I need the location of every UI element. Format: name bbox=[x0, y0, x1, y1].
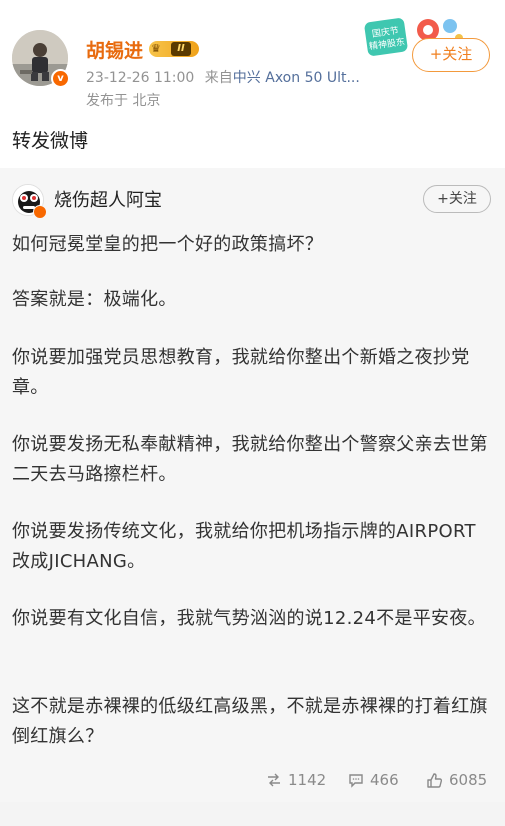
follow-button[interactable]: +关注 bbox=[412, 38, 490, 72]
quoted-paragraph-1: 如何冠冕堂皇的把一个好的政策搞坏？ bbox=[12, 234, 324, 255]
bottom-divider bbox=[0, 802, 505, 826]
vip-badge-icon[interactable]: ♛ II bbox=[149, 41, 200, 57]
vip-level: II bbox=[171, 42, 192, 56]
quoted-verified-badge-icon bbox=[33, 205, 47, 219]
post-text: 转发微博 bbox=[12, 130, 89, 152]
device-source[interactable]: 中兴 Axon 50 Ult... bbox=[233, 70, 360, 86]
like-count: 6085 bbox=[449, 771, 488, 789]
author-name-row: 胡锡进 ♛ II bbox=[86, 36, 200, 63]
post-location: 发布于 北京 bbox=[86, 93, 161, 109]
quoted-paragraph-6: 你说要有文化自信，我就气势汹汹的说12.24不是平安夜。 bbox=[12, 608, 486, 629]
comment-icon bbox=[349, 774, 363, 788]
author-name[interactable]: 胡锡进 bbox=[86, 36, 143, 63]
post-meta: 23-12-26 11:00 来自中兴 Axon 50 Ult... bbox=[86, 67, 360, 87]
quoted-paragraph-7: 这不就是赤裸裸的低级红高级黑，不就是赤裸裸的打着红旗倒红旗么？ bbox=[12, 696, 488, 747]
like-stat[interactable]: 6085 bbox=[426, 768, 487, 792]
quoted-paragraph-3: 你说要加强党员思想教育，我就给你整出个新婚之夜抄党章。 bbox=[12, 347, 470, 398]
quoted-follow-button[interactable]: +关注 bbox=[423, 185, 491, 213]
thumbs-up-icon bbox=[427, 772, 443, 788]
comment-stat[interactable]: 466 bbox=[348, 768, 399, 792]
quoted-author-name[interactable]: 烧伤超人阿宝 bbox=[54, 186, 162, 212]
repost-stat[interactable]: 1142 bbox=[266, 768, 326, 792]
repost-count: 1142 bbox=[288, 771, 327, 789]
comment-count: 466 bbox=[370, 771, 399, 789]
repost-icon bbox=[268, 773, 280, 787]
source-prefix: 来自 bbox=[204, 70, 233, 86]
crown-icon: ♛ bbox=[151, 42, 161, 55]
quoted-post[interactable]: 烧伤超人阿宝 +关注 如何冠冕堂皇的把一个好的政策搞坏？ 答案就是：极端化。 你… bbox=[0, 168, 505, 802]
quoted-paragraph-5: 你说要发扬传统文化，我就给你把机场指示牌的AIRPORT改成JICHANG。 bbox=[12, 521, 476, 572]
main-post: v 胡锡进 ♛ II 23-12-26 11:00 来自中兴 Axon 50 U… bbox=[0, 0, 505, 168]
quoted-paragraph-4: 你说要发扬无私奉献精神，我就给你整出个警察父亲去世第二天去马路擦栏杆。 bbox=[12, 434, 488, 485]
quoted-paragraph-2: 答案就是：极端化。 bbox=[12, 289, 177, 310]
verified-badge-icon: v bbox=[51, 69, 70, 88]
post-timestamp: 23-12-26 11:00 bbox=[86, 70, 195, 86]
